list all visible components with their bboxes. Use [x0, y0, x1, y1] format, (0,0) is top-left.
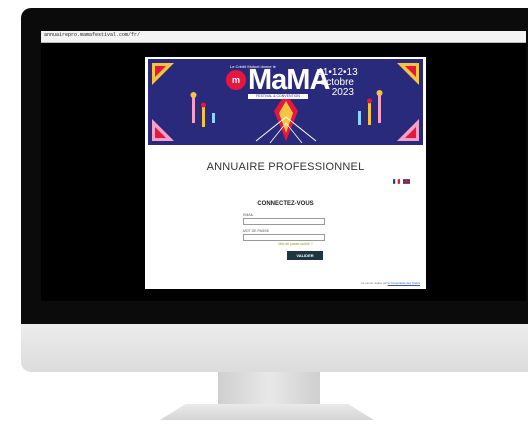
brand-badge-icon: m	[226, 70, 246, 90]
french-flag-icon[interactable]	[393, 179, 400, 184]
footer-credit: Ce carnet réalisé par la Coopérative des…	[361, 281, 420, 285]
festival-banner: Le Crédit Mutuel donne le m MaMA FESTIVA…	[148, 59, 423, 145]
decorative-shape-icon	[397, 119, 419, 141]
login-page: Le Crédit Mutuel donne le m MaMA FESTIVA…	[145, 57, 426, 289]
monitor-stand-base	[160, 404, 374, 420]
monitor-stand-neck	[218, 372, 320, 406]
english-flag-icon[interactable]	[403, 179, 410, 184]
address-url[interactable]: annuairepro.mamafestival.com/fr/	[44, 32, 140, 38]
email-label: EMAIL	[243, 213, 254, 217]
festival-year: 2023	[331, 87, 354, 98]
monitor-chin	[21, 324, 528, 372]
email-field[interactable]	[243, 218, 325, 225]
forgot-password-link[interactable]: Mot de passe oublié ?	[145, 242, 426, 246]
language-switcher	[393, 179, 410, 184]
submit-button[interactable]: VALIDER	[287, 251, 323, 260]
festival-logo-subtitle: FESTIVAL & CONVENTION	[248, 94, 308, 99]
page-title: ANNUAIRE PROFESSIONNEL	[206, 161, 365, 173]
decorative-shape-icon	[152, 63, 174, 85]
login-heading: CONNECTEZ-VOUS	[257, 201, 314, 207]
footer-credit-link[interactable]: la Coopérative des Ondes	[388, 281, 420, 285]
decorative-shape-icon	[397, 63, 419, 85]
footer-credit-text: Ce carnet réalisé par	[360, 281, 387, 285]
festival-dates: 11•12•13 octobre 2023	[318, 68, 358, 98]
password-field[interactable]	[243, 234, 325, 241]
decorative-shape-icon	[152, 119, 174, 141]
monitor-screen: annuairepro.mamafestival.com/fr/ Le Créd…	[41, 31, 526, 301]
browser-address-bar[interactable]: annuairepro.mamafestival.com/fr/	[41, 31, 526, 43]
password-label: MOT DE PASSE	[243, 229, 269, 233]
